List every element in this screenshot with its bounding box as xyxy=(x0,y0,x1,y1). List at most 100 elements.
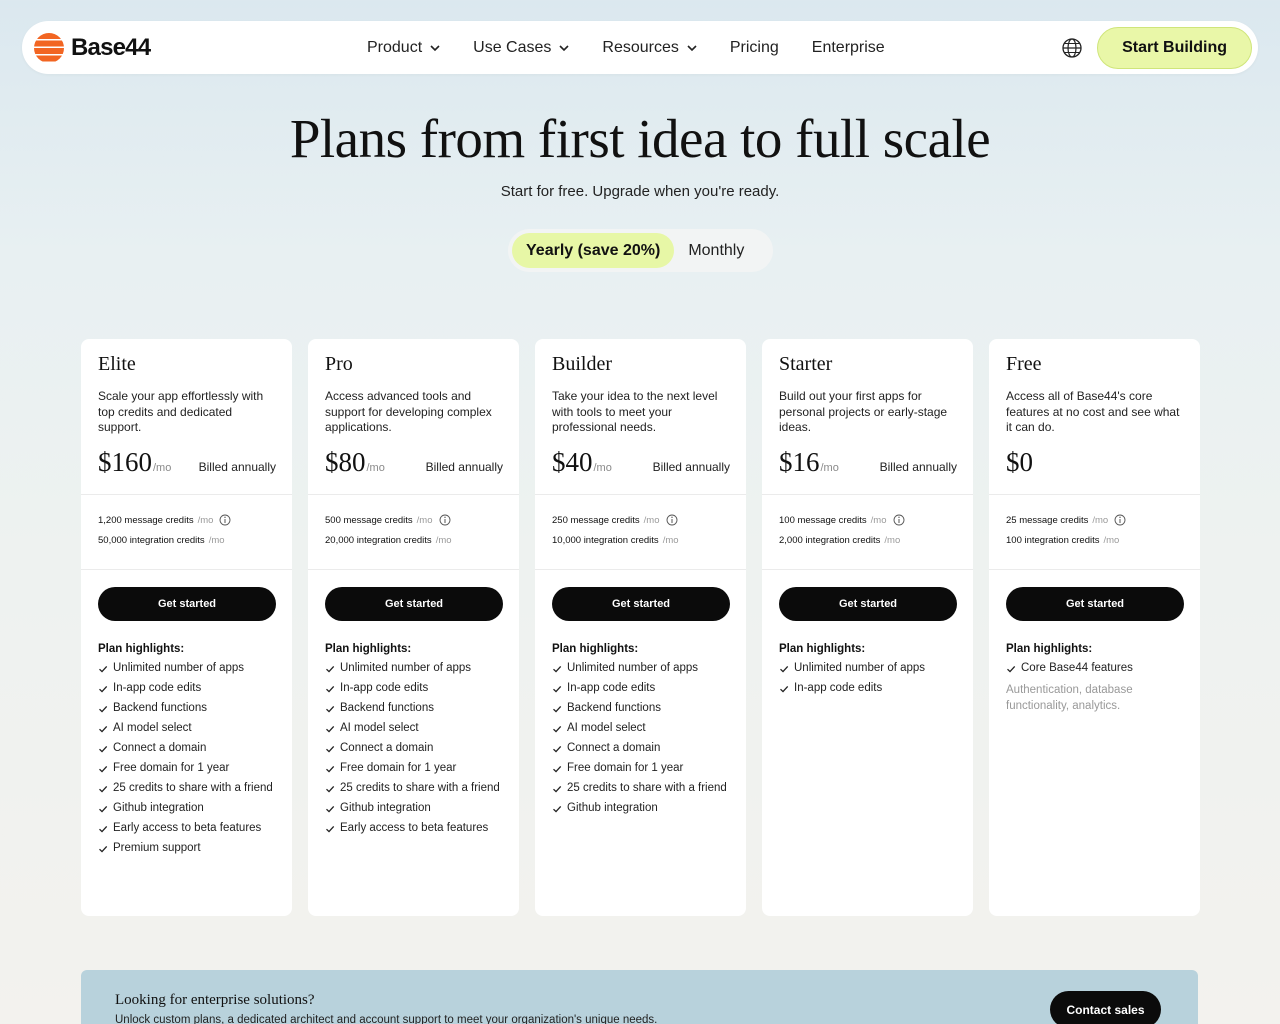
credit-period: /mo xyxy=(884,534,901,546)
credit-period: /mo xyxy=(643,514,660,526)
integration-credits-label: 10,000 integration credits xyxy=(552,534,659,546)
info-icon[interactable] xyxy=(666,514,678,526)
menu-item-label: Use Cases xyxy=(473,38,552,56)
check-icon xyxy=(780,685,789,693)
plan-header: Starter Build out your first apps for per… xyxy=(762,339,973,495)
toggle-yearly[interactable]: Yearly (save 20%) xyxy=(512,233,675,268)
info-icon[interactable] xyxy=(439,514,451,526)
feature-item: Connect a domain xyxy=(325,742,505,754)
start-building-button[interactable]: Start Building xyxy=(1097,27,1252,69)
plan-price: $80 xyxy=(325,447,366,477)
price-period: /mo xyxy=(153,462,172,474)
feature-label: Github integration xyxy=(340,802,431,814)
feature-label: In-app code edits xyxy=(794,682,883,694)
highlights-title: Plan highlights: xyxy=(325,643,412,655)
check-icon xyxy=(326,685,335,693)
plan-description: Build out your first apps for personal p… xyxy=(779,389,948,434)
feature-item: Free domain for 1 year xyxy=(98,762,278,774)
plan-highlights: Plan highlights: Unlimited number of apps… xyxy=(98,643,278,862)
feature-label: Core Base44 features xyxy=(1021,662,1133,674)
nav-actions: Start Building xyxy=(1061,27,1252,69)
feature-item: Core Base44 features xyxy=(1006,662,1186,674)
check-icon xyxy=(553,725,562,733)
feature-label: Github integration xyxy=(567,802,658,814)
get-started-button[interactable]: Get started xyxy=(98,587,276,621)
check-icon xyxy=(99,665,108,673)
feature-label: Premium support xyxy=(113,842,201,854)
credit-period: /mo xyxy=(870,514,887,526)
chevron-down-icon xyxy=(559,44,569,51)
feature-label: AI model select xyxy=(340,722,419,734)
plan-price: $40 xyxy=(552,447,593,477)
feature-label: In-app code edits xyxy=(113,682,202,694)
feature-label: Backend functions xyxy=(567,702,661,714)
message-credits-label: 25 message credits xyxy=(1006,514,1089,526)
globe-icon[interactable] xyxy=(1061,37,1083,59)
check-icon xyxy=(553,705,562,713)
enterprise-banner: Looking for enterprise solutions? Unlock… xyxy=(81,970,1198,1024)
menu-item-label: Pricing xyxy=(729,38,779,56)
info-icon[interactable] xyxy=(1114,514,1126,526)
feature-item: Early access to beta features xyxy=(325,822,505,834)
feature-label: In-app code edits xyxy=(567,682,656,694)
menu-item-resources[interactable]: Resources xyxy=(602,39,697,57)
integration-credits-label: 50,000 integration credits xyxy=(98,534,205,546)
check-icon xyxy=(326,785,335,793)
feature-item: Early access to beta features xyxy=(98,822,278,834)
plan-name: Elite xyxy=(98,353,136,375)
feature-item: Premium support xyxy=(98,842,278,854)
info-icon[interactable] xyxy=(219,514,231,526)
plan-card-starter: Starter Build out your first apps for per… xyxy=(762,339,973,916)
chevron-down-icon xyxy=(687,44,697,51)
toggle-monthly[interactable]: Monthly xyxy=(674,233,758,268)
plan-name: Free xyxy=(1006,353,1042,375)
plan-price: $0 xyxy=(1006,447,1033,477)
feature-item: In-app code edits xyxy=(98,682,278,694)
feature-label: Free domain for 1 year xyxy=(113,762,230,774)
feature-label: Connect a domain xyxy=(567,742,661,754)
feature-item: Free domain for 1 year xyxy=(325,762,505,774)
integration-credits: 2,000 integration credits/mo xyxy=(779,533,957,547)
plan-header: Builder Take your idea to the next level … xyxy=(535,339,746,495)
feature-label: Free domain for 1 year xyxy=(340,762,457,774)
menu-item-label: Product xyxy=(367,38,423,56)
info-icon[interactable] xyxy=(893,514,905,526)
feature-note: Authentication, database functionality, … xyxy=(1006,684,1133,712)
check-icon xyxy=(99,785,108,793)
credit-period: /mo xyxy=(197,514,214,526)
price-period: /mo xyxy=(820,462,839,474)
plan-card-pro: Pro Access advanced tools and support for… xyxy=(308,339,519,916)
feature-label: Unlimited number of apps xyxy=(113,662,245,674)
plan-description: Access advanced tools and support for de… xyxy=(325,389,492,434)
enterprise-title: Looking for enterprise solutions? xyxy=(115,992,315,1008)
feature-item: AI model select xyxy=(98,722,278,734)
billing-note: Billed annually xyxy=(652,460,730,474)
highlights-title: Plan highlights: xyxy=(779,643,866,655)
plan-credits: 100 message credits/mo 2,000 integration … xyxy=(762,495,973,570)
menu-item-enterprise[interactable]: Enterprise xyxy=(812,39,885,57)
logo[interactable]: Base44 xyxy=(34,32,151,63)
plan-header: Elite Scale your app effortlessly with to… xyxy=(81,339,292,495)
feature-label: Connect a domain xyxy=(113,742,207,754)
feature-label: Connect a domain xyxy=(340,742,434,754)
menu-item-use-cases[interactable]: Use Cases xyxy=(473,39,569,57)
menu-item-product[interactable]: Product xyxy=(367,39,440,57)
menu-item-pricing[interactable]: Pricing xyxy=(730,39,779,57)
get-started-button[interactable]: Get started xyxy=(1006,587,1184,621)
plan-name: Pro xyxy=(325,353,353,375)
check-icon xyxy=(326,665,335,673)
price-period: /mo xyxy=(593,462,612,474)
plan-highlights: Plan highlights: Core Base44 features Auth… xyxy=(1006,643,1186,714)
check-icon xyxy=(326,805,335,813)
get-started-button[interactable]: Get started xyxy=(779,587,957,621)
plan-highlights: Plan highlights: Unlimited number of apps… xyxy=(552,643,732,822)
get-started-button[interactable]: Get started xyxy=(325,587,503,621)
contact-sales-button[interactable]: Contact sales xyxy=(1050,991,1161,1024)
plan-description: Scale your app effortlessly with top cre… xyxy=(98,389,264,434)
message-credits-label: 100 message credits xyxy=(779,514,867,526)
feature-item: 25 credits to share with a friend xyxy=(98,782,278,794)
price-row: $160/mo Billed annually xyxy=(98,447,276,478)
get-started-button[interactable]: Get started xyxy=(552,587,730,621)
message-credits: 250 message credits/mo xyxy=(552,513,730,527)
billing-toggle: Yearly (save 20%) Monthly xyxy=(508,229,773,272)
